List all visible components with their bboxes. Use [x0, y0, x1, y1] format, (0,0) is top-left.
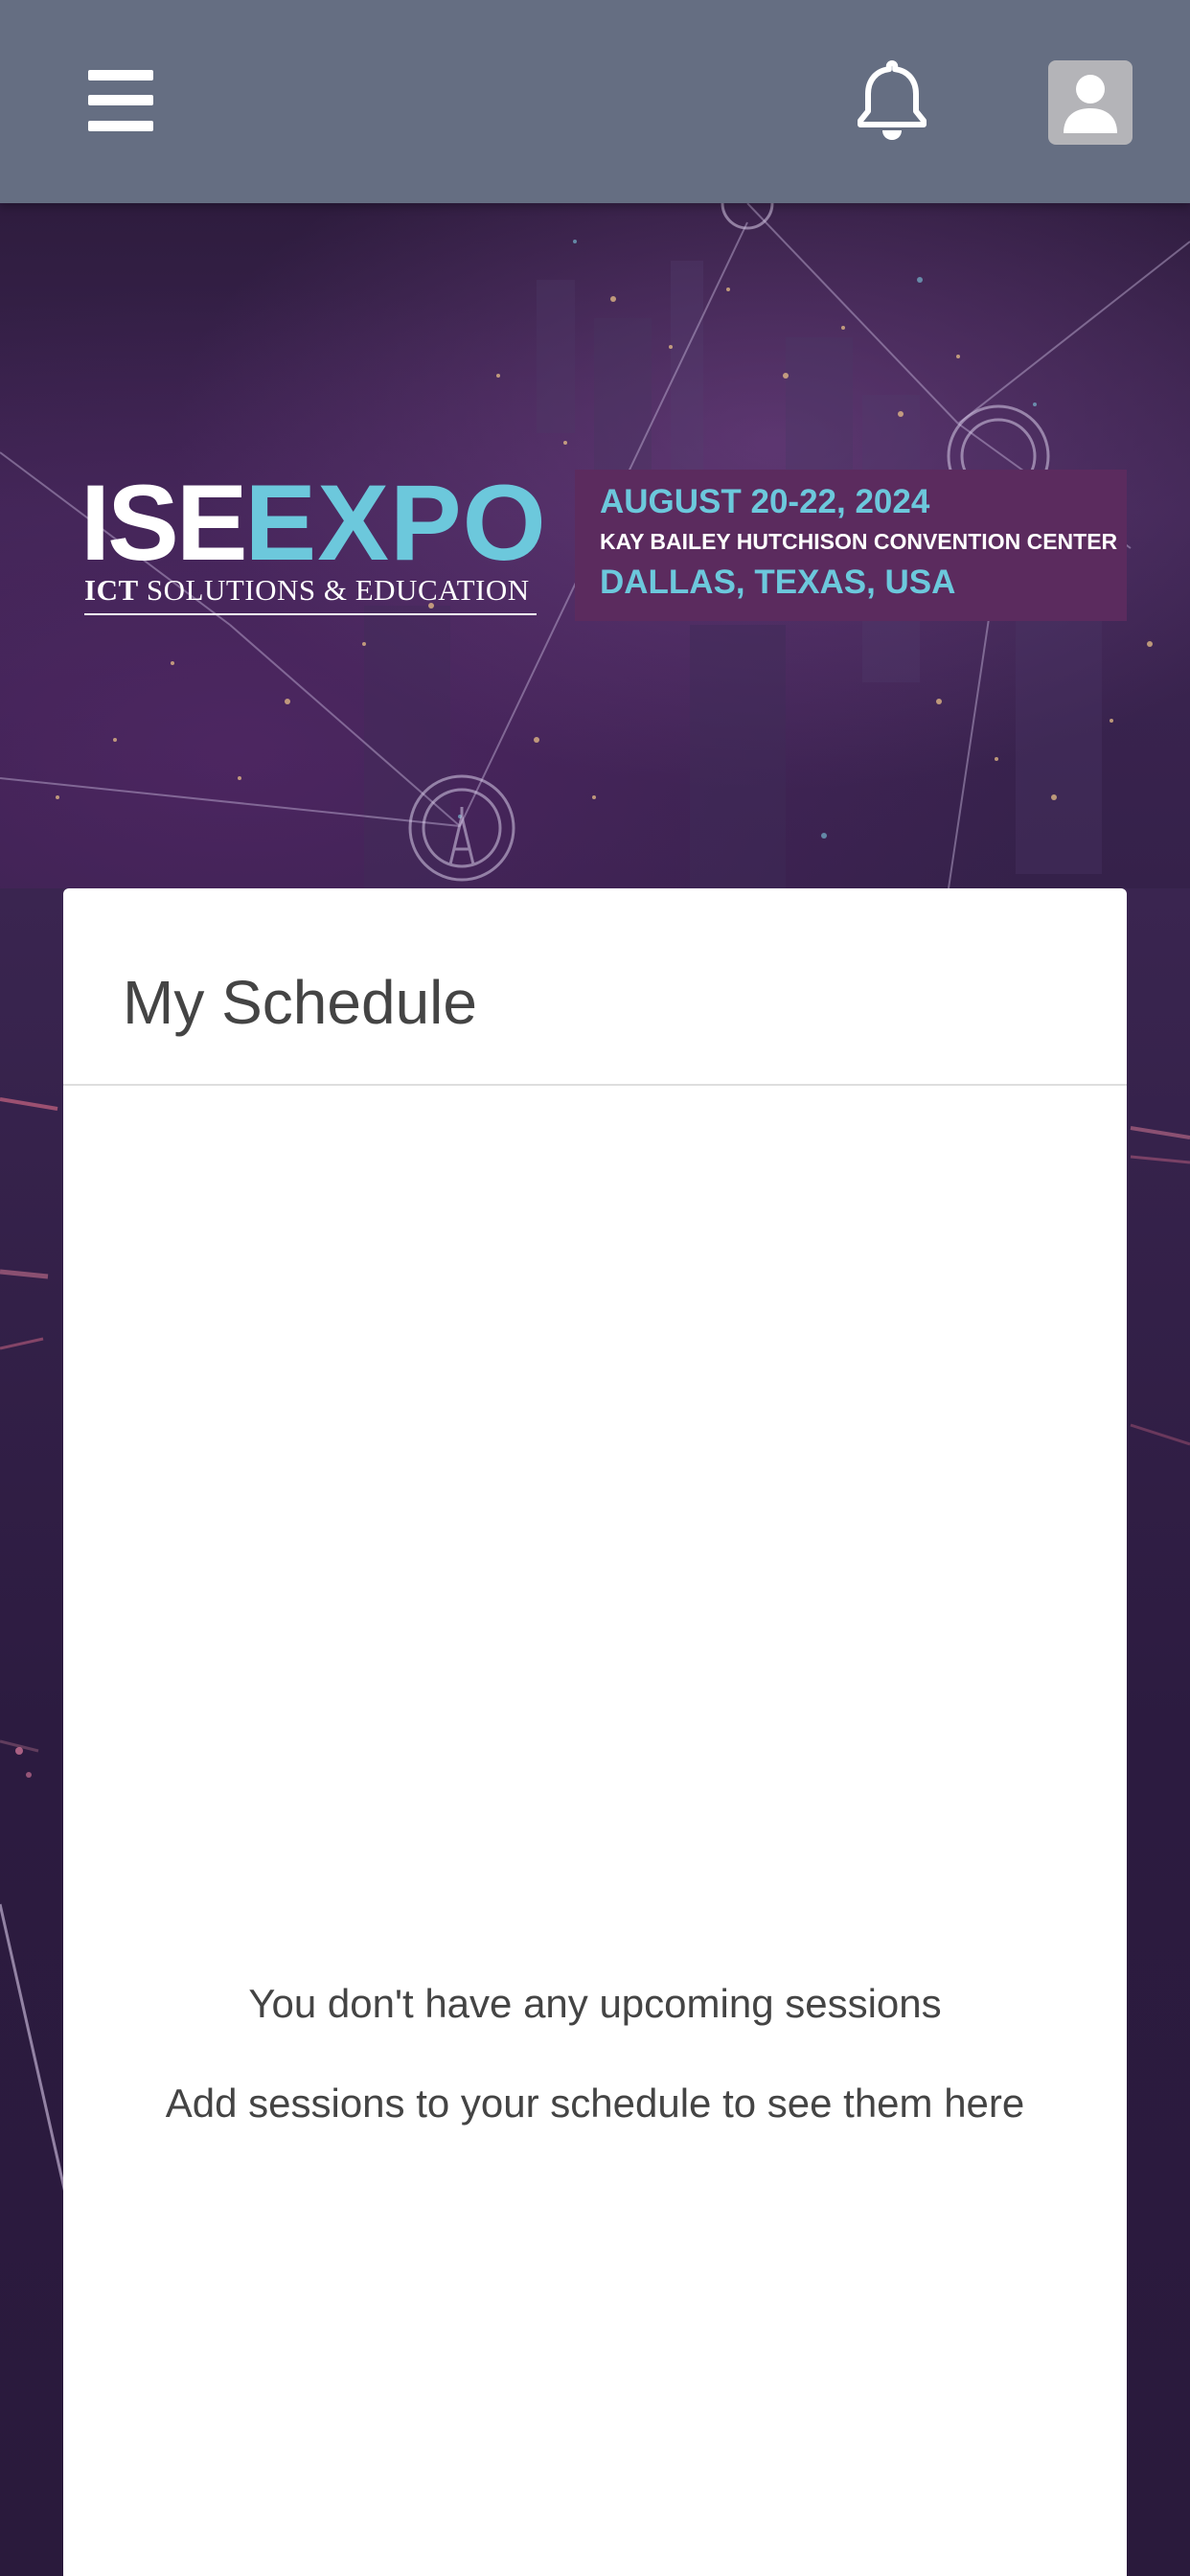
event-banner: ISEEXPO ICT SOLUTIONS & EDUCATION AUGUST… [0, 203, 1190, 888]
logo-tagline: ICT SOLUTIONS & EDUCATION [84, 573, 530, 608]
logo-underline [84, 613, 537, 615]
event-location: DALLAS, TEXAS, USA [600, 564, 956, 601]
app-header [0, 0, 1190, 203]
empty-state-subtitle: Add sessions to your schedule to see the… [165, 2081, 1025, 2126]
card-divider [63, 1084, 1127, 1086]
menu-bar [88, 95, 153, 105]
event-details-box: AUGUST 20-22, 2024 KAY BAILEY HUTCHISON … [575, 470, 1127, 621]
logo-ise-text: ISE [80, 463, 248, 583]
page-title: My Schedule [123, 968, 477, 1037]
user-avatar-icon [1064, 75, 1117, 133]
event-dates: AUGUST 20-22, 2024 [600, 483, 930, 520]
menu-bar [88, 121, 153, 131]
logo-tagline-prefix: ICT [84, 573, 139, 607]
ise-expo-logo: ISEEXPO ICT SOLUTIONS & EDUCATION [80, 470, 547, 615]
menu-bar [88, 70, 153, 80]
bell-icon [858, 60, 927, 140]
notifications-button[interactable] [853, 58, 931, 144]
my-schedule-card: My Schedule You don't have any upcoming … [63, 888, 1127, 2576]
logo-tagline-text: SOLUTIONS & EDUCATION [146, 573, 530, 607]
empty-state-title: You don't have any upcoming sessions [248, 1981, 942, 2026]
profile-avatar-button[interactable] [1048, 60, 1133, 145]
event-venue: KAY BAILEY HUTCHISON CONVENTION CENTER [600, 529, 1118, 554]
logo-expo-text: EXPO [244, 463, 547, 583]
hamburger-menu-button[interactable] [84, 63, 161, 138]
